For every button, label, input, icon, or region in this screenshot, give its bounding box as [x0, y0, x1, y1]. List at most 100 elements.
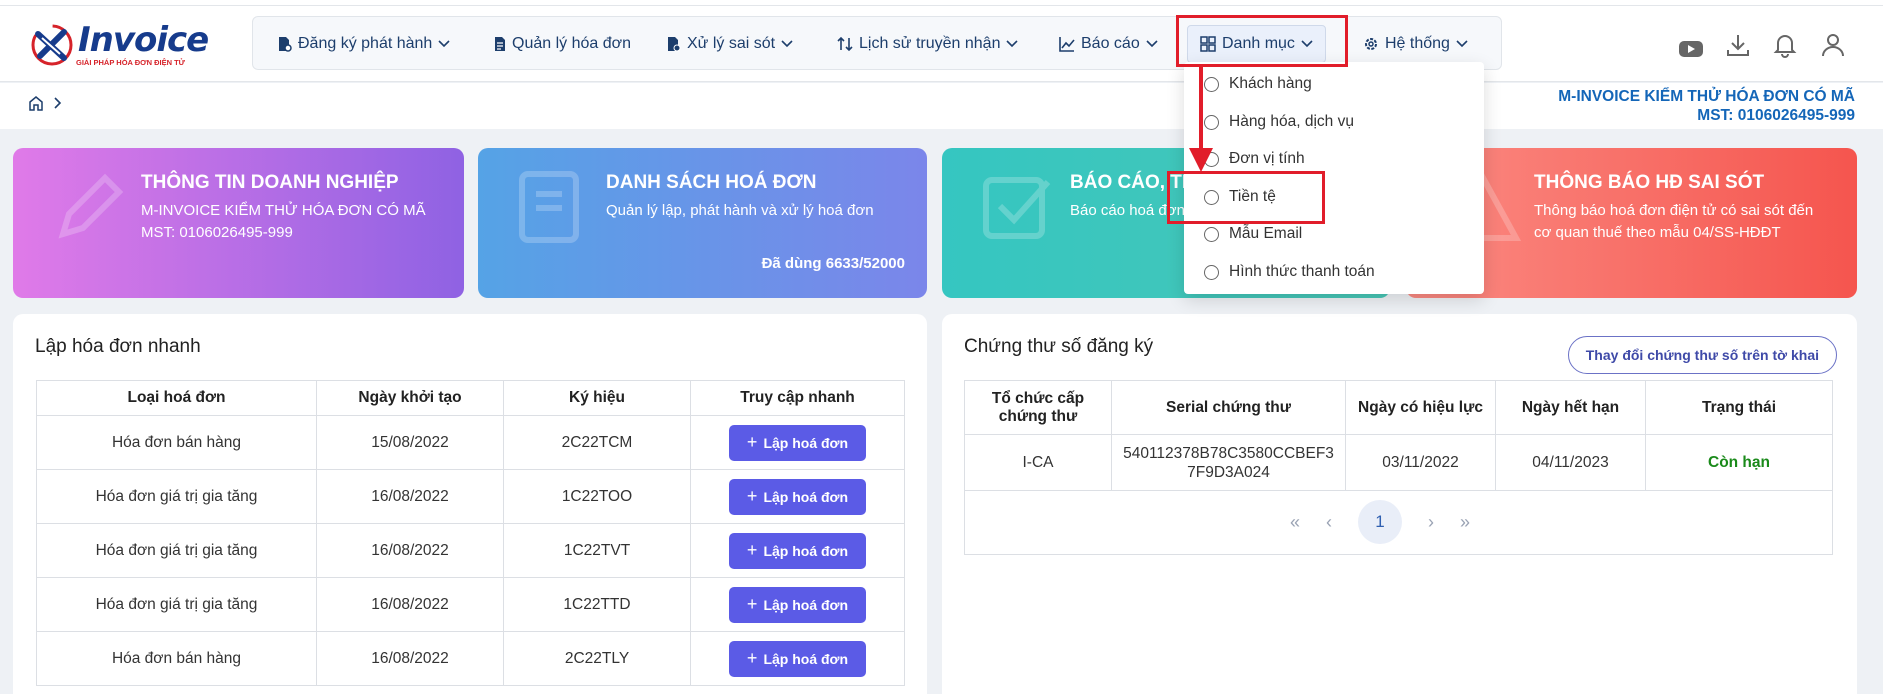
checkbox-icon	[983, 177, 1051, 239]
nav-xu-ly-sai-sot[interactable]: Xử lý sai sót	[666, 17, 793, 71]
menu-item-label: Đơn vị tính	[1229, 150, 1305, 167]
menu-item-khach-hang[interactable]: Khách hàng	[1204, 70, 1312, 98]
menu-item-don-vi-tinh[interactable]: Đơn vị tính	[1204, 145, 1305, 173]
quick-invoice-table: Loại hoá đơn Ngày khởi tạo Ký hiệu Truy …	[36, 380, 905, 686]
transfer-arrows-icon	[837, 36, 853, 52]
table-row[interactable]: I-CA 540112378B78C3580CCBEF37F9D3A024 03…	[964, 434, 1833, 491]
nav-bao-cao[interactable]: Báo cáo	[1059, 17, 1158, 71]
col-header: Ngày hết hạn	[1495, 380, 1646, 435]
table-row[interactable]: Hóa đơn giá trị gia tăng 16/08/2022 1C22TV…	[36, 523, 905, 578]
chart-line-icon	[1059, 37, 1075, 52]
bell-icon[interactable]	[1773, 30, 1797, 60]
cell-action: + Lập hoá đơn	[690, 469, 905, 524]
cell-action: + Lập hoá đơn	[690, 415, 905, 470]
chevron-down-icon	[438, 40, 450, 48]
panel-title: Chứng thư số đăng ký	[964, 336, 1154, 357]
card-title: THÔNG TIN DOANH NGHIỆP	[141, 172, 399, 193]
card-desc-line1: Thông báo hoá đơn điện tử có sai sót đến	[1534, 202, 1814, 219]
chevron-right-icon	[54, 97, 62, 109]
chevron-down-icon	[1146, 40, 1158, 48]
download-icon[interactable]	[1725, 30, 1751, 60]
cell-issuer: I-CA	[964, 434, 1112, 491]
create-invoice-button[interactable]: + Lập hoá đơn	[728, 640, 867, 677]
card-desc: M-INVOICE KIỂM THỬ HÓA ĐƠN CÓ MÃ MST: 01…	[141, 200, 426, 244]
cell-code: 1C22TVT	[503, 523, 691, 578]
chevron-down-icon	[781, 40, 793, 48]
status-badge: Còn hạn	[1645, 434, 1833, 491]
chevron-down-icon	[1456, 40, 1468, 48]
page-first[interactable]: «	[1290, 512, 1300, 533]
col-header: Trạng thái	[1645, 380, 1833, 435]
card-desc: Thông báo hoá đơn điện tử có sai sót đến…	[1534, 200, 1813, 244]
cell-type: Hóa đơn bán hàng	[36, 631, 317, 686]
page-next[interactable]: ›	[1428, 512, 1434, 533]
plus-icon: +	[746, 432, 758, 452]
cell-valid-from: 03/11/2022	[1345, 434, 1496, 491]
highlight-menu-tien-te	[1167, 171, 1325, 224]
nav-label: Báo cáo	[1081, 35, 1140, 52]
nav-dang-ky-phat-hanh[interactable]: Đăng ký phát hành	[277, 17, 450, 71]
table-row[interactable]: Hóa đơn giá trị gia tăng 16/08/2022 1C22TO…	[36, 469, 905, 524]
page-last[interactable]: »	[1460, 512, 1470, 533]
col-header: Ngày có hiệu lực	[1345, 380, 1496, 435]
document-icon	[495, 37, 505, 51]
pencil-icon	[58, 173, 124, 239]
card-desc-line2: cơ quan thuế theo mẫu 04/SS-HĐĐT	[1534, 224, 1781, 241]
button-label: Lập hoá đơn	[763, 488, 849, 505]
page-prev[interactable]: ‹	[1326, 512, 1332, 533]
logo[interactable]: Invoice GIẢI PHÁP HÓA ĐƠN ĐIỆN TỬ	[28, 20, 209, 70]
logo-brand: Invoice	[78, 20, 209, 60]
card-desc: Quản lý lập, phát hành và xử lý hoá đơn	[606, 202, 874, 219]
col-header: Loại hoá đơn	[36, 380, 317, 416]
plus-icon: +	[746, 594, 758, 614]
col-header: Ngày khởi tạo	[316, 380, 504, 416]
file-error-icon	[668, 37, 681, 52]
menu-item-mau-email[interactable]: Mẫu Email	[1204, 220, 1302, 248]
pagination: « ‹ 1 › »	[1290, 500, 1470, 544]
menu-item-hinh-thuc-thanh-toan[interactable]: Hình thức thanh toán	[1204, 258, 1375, 286]
create-invoice-button[interactable]: + Lập hoá đơn	[728, 424, 867, 461]
youtube-icon[interactable]	[1678, 34, 1704, 64]
cell-date: 15/08/2022	[316, 415, 504, 470]
highlight-nav-danh-muc	[1176, 15, 1348, 67]
cell-date: 16/08/2022	[316, 631, 504, 686]
user-icon[interactable]	[1820, 30, 1846, 60]
chevron-down-icon	[1006, 40, 1019, 48]
nav-lich-su-truyen-nhan[interactable]: Lịch sử truyền nhận	[837, 17, 1019, 71]
panel-title: Lập hóa đơn nhanh	[35, 336, 201, 357]
button-label: Lập hoá đơn	[763, 434, 849, 451]
cell-date: 16/08/2022	[316, 577, 504, 632]
cell-type: Hóa đơn giá trị gia tăng	[36, 469, 317, 524]
card-title: THÔNG BÁO HĐ SAI SÓT	[1534, 172, 1765, 193]
change-certificate-button[interactable]: Thay đổi chứng thư số trên tờ khai	[1567, 336, 1837, 374]
cell-type: Hóa đơn giá trị gia tăng	[36, 523, 317, 578]
breadcrumb: M-INVOICE KIỂM THỬ HÓA ĐƠN CÓ MÃ MST: 01…	[0, 83, 1883, 129]
red-arrow-icon	[1189, 64, 1213, 172]
nav-label: Đăng ký phát hành	[298, 35, 433, 52]
button-label: Lập hoá đơn	[763, 596, 849, 613]
create-invoice-button[interactable]: + Lập hoá đơn	[728, 532, 867, 569]
col-header: Ký hiệu	[503, 380, 691, 416]
table-row[interactable]: Hóa đơn giá trị gia tăng 16/08/2022 1C22TT…	[36, 577, 905, 632]
nav-quan-ly-hoa-don[interactable]: Quản lý hóa đơn	[494, 17, 631, 71]
table-row[interactable]: Hóa đơn bán hàng 15/08/2022 2C22TCM + Lập ho…	[36, 415, 905, 470]
file-sign-icon	[279, 37, 292, 52]
home-icon[interactable]	[28, 95, 44, 111]
menu-item-label: Hình thức thanh toán	[1229, 263, 1375, 280]
plus-icon: +	[746, 540, 758, 560]
menu-item-hang-hoa[interactable]: Hàng hóa, dịch vụ	[1204, 108, 1354, 136]
menu-item-label: Mẫu Email	[1229, 225, 1303, 242]
radio-icon	[1204, 226, 1219, 242]
card-thong-tin-doanh-nghiep[interactable]: THÔNG TIN DOANH NGHIỆP M-INVOICE KIỂM TH…	[13, 148, 464, 298]
company-tax-code: MST: 0106026495-999	[1697, 107, 1855, 124]
page-current[interactable]: 1	[1358, 500, 1403, 544]
table-row[interactable]: Hóa đơn bán hàng 16/08/2022 2C22TLY + Lập ho…	[36, 631, 905, 686]
nav-label: Quản lý hóa đơn	[512, 35, 632, 52]
create-invoice-button[interactable]: + Lập hoá đơn	[728, 478, 867, 515]
create-invoice-button[interactable]: + Lập hoá đơn	[728, 586, 867, 623]
logo-mark-icon	[31, 24, 73, 66]
cell-code: 1C22TOO	[503, 469, 691, 524]
card-danh-sach-hoa-don[interactable]: DANH SÁCH HOÁ ĐƠN Quản lý lập, phát hành…	[478, 148, 927, 298]
cell-action: + Lập hoá đơn	[690, 631, 905, 686]
card-title: DANH SÁCH HOÁ ĐƠN	[606, 172, 817, 193]
